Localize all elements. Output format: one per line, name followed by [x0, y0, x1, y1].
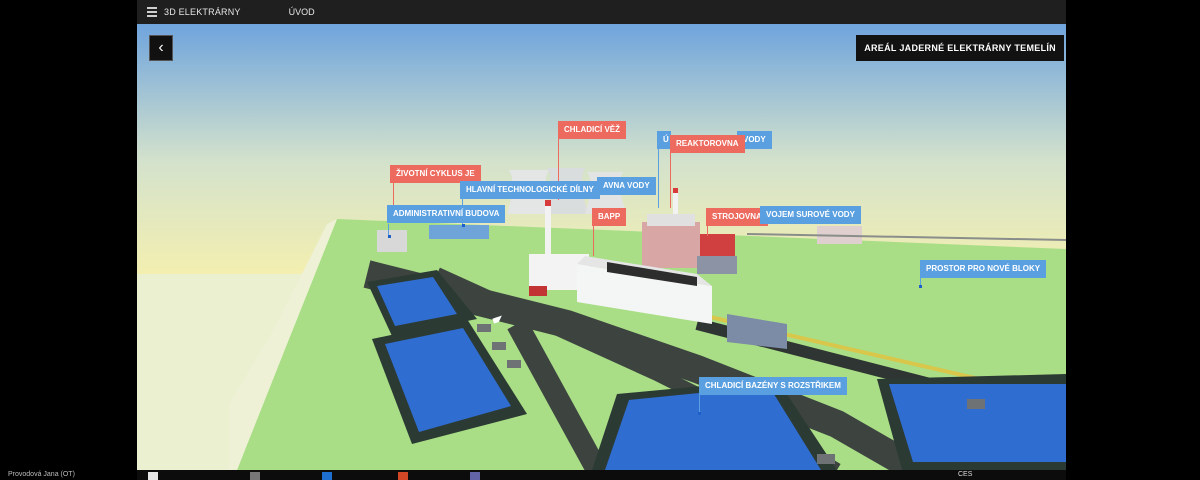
- label-upravna-vody-partial[interactable]: AVNA VODY: [597, 177, 656, 195]
- label-u-vody-left[interactable]: Ú: [657, 131, 671, 149]
- taskbar: [137, 470, 1066, 480]
- pin-bapp: [593, 226, 594, 256]
- label-bapp[interactable]: BAPP: [592, 208, 627, 226]
- label-prostor-pro-nove-bloky[interactable]: PROSTOR PRO NOVÉ BLOKY: [920, 260, 1047, 278]
- nav-item-uvod[interactable]: ÚVOD: [289, 7, 315, 17]
- label-reaktorovna[interactable]: REAKTOROVNA: [670, 135, 745, 153]
- back-button[interactable]: ‹: [149, 35, 173, 61]
- anchor-dot: [462, 224, 465, 227]
- title-bar: 3D ELEKTRÁRNY ÚVOD: [137, 0, 1066, 24]
- pin-chladici-bazeny: [699, 392, 700, 414]
- chevron-left-icon: ‹: [158, 39, 164, 56]
- outlook-icon[interactable]: [322, 472, 332, 480]
- label-vojem-surove-vody[interactable]: VOJEM SUROVÉ VODY: [760, 206, 861, 224]
- pin-reaktorovna: [670, 152, 671, 208]
- label-strojovna[interactable]: STROJOVNA: [706, 208, 768, 226]
- taskview-icon[interactable]: [250, 472, 260, 480]
- meeting-user-name: Provodová Jana (OT): [8, 471, 75, 478]
- anchor-dot: [698, 412, 701, 415]
- label-hlavni-technologicke-dilny[interactable]: HLAVNÍ TECHNOLOGICKÉ DÍLNY: [460, 181, 600, 199]
- scene-render: [137, 24, 1066, 470]
- app-name: 3D ELEKTRÁRNY: [164, 7, 241, 17]
- 3d-scene-viewport[interactable]: ‹ AREÁL JADERNÉ ELEKTRÁRNY TEMELÍN CHLAD…: [137, 24, 1066, 470]
- anchor-dot: [919, 285, 922, 288]
- teams-icon[interactable]: [470, 472, 480, 480]
- area-title: AREÁL JADERNÉ ELEKTRÁRNY TEMELÍN: [856, 35, 1064, 61]
- label-administrativni-budova[interactable]: ADMINISTRATIVNÍ BUDOVA: [387, 205, 506, 223]
- app-window: 3D ELEKTRÁRNY ÚVOD ‹ AREÁL JADERNÉ ELEKT…: [137, 0, 1066, 470]
- label-chladici-bazeny[interactable]: CHLADICÍ BAZÉNY S ROZSTŘIKEM: [699, 377, 847, 395]
- label-chladici-vez[interactable]: CHLADICÍ VĚŽ: [558, 121, 626, 139]
- start-icon[interactable]: [148, 472, 158, 480]
- app-logo-icon: [147, 7, 157, 17]
- anchor-dot: [388, 235, 391, 238]
- powerpoint-icon[interactable]: [398, 472, 408, 480]
- language-indicator[interactable]: CES: [958, 471, 972, 478]
